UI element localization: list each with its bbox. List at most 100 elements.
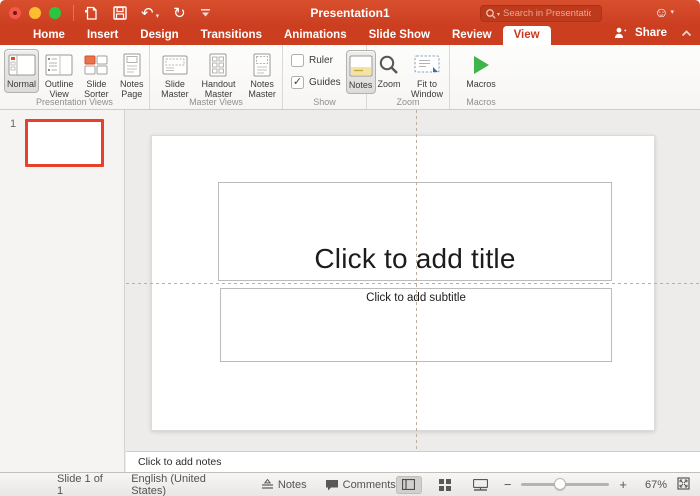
titlebar: ↶ ▾ ↻ Presentation1 ▾ ☺ ▾ [0, 0, 700, 26]
group-label-zoom: Zoom [396, 97, 420, 107]
tab-transitions[interactable]: Transitions [190, 26, 273, 45]
zoom-slider-thumb[interactable] [554, 478, 567, 490]
zoom-out-button[interactable]: − [504, 477, 512, 492]
slide-canvas: Click to add title Click to add subtitle [126, 110, 700, 451]
search-scope-caret-icon[interactable]: ▾ [497, 11, 500, 18]
share-button[interactable]: Share [635, 27, 667, 39]
vertical-guide[interactable] [416, 110, 417, 451]
slide-sorter-status-icon [438, 478, 451, 491]
tab-design[interactable]: Design [129, 26, 189, 45]
group-master-views: Slide Master Handout Master Notes Master… [150, 45, 283, 109]
titlebar-divider [73, 5, 74, 21]
tab-slide-show[interactable]: Slide Show [358, 26, 441, 45]
notes-master-button[interactable]: Notes Master [243, 49, 281, 102]
quick-access-toolbar: ↶ ▾ ↻ [84, 6, 211, 21]
zoom-percentage[interactable]: 67% [637, 479, 667, 491]
ribbon-tabs: Home Insert Design Transitions Animation… [0, 26, 700, 45]
save-icon[interactable] [113, 6, 127, 20]
slide-counter: Slide 1 of 1 [57, 472, 103, 496]
fit-slide-icon [677, 476, 690, 490]
search-input[interactable] [503, 8, 592, 19]
redo-icon[interactable]: ↻ [173, 6, 186, 21]
slide-master-button[interactable]: Slide Master [156, 49, 194, 102]
tab-view[interactable]: View [502, 26, 551, 45]
title-placeholder-text: Click to add title [314, 243, 516, 274]
collapse-ribbon-icon[interactable] [681, 29, 692, 37]
tab-animations[interactable]: Animations [273, 26, 358, 45]
normal-view-status-icon [402, 479, 416, 490]
slide-thumbnail[interactable] [25, 119, 104, 167]
powerpoint-window: ↶ ▾ ↻ Presentation1 ▾ ☺ ▾ Home Insert De… [0, 0, 700, 496]
outline-view-icon [45, 52, 73, 78]
handout-master-icon [209, 52, 227, 78]
guides-checkbox-row[interactable]: ✓ Guides [291, 76, 341, 89]
customize-toolbar-icon[interactable] [200, 8, 211, 18]
notes-page-button[interactable]: Notes Page [116, 49, 148, 102]
close-button[interactable] [9, 7, 21, 19]
notes-status-icon [261, 479, 273, 489]
fit-to-window-icon [414, 52, 440, 78]
macros-play-icon [471, 52, 491, 78]
zoom-window-button[interactable] [49, 7, 61, 19]
normal-view-icon [8, 52, 36, 78]
group-label-macros: Macros [466, 97, 496, 107]
share-area: Share [614, 27, 692, 39]
ruler-checkbox[interactable] [291, 54, 304, 67]
slide-show-status-icon [473, 478, 489, 491]
new-presentation-icon[interactable] [84, 6, 99, 21]
search-box[interactable]: ▾ [480, 5, 602, 22]
horizontal-guide[interactable] [126, 283, 700, 284]
tab-review[interactable]: Review [441, 26, 503, 45]
macros-button[interactable]: Macros [459, 49, 503, 93]
smiley-icon: ☺ [654, 4, 669, 20]
search-icon [486, 8, 496, 19]
slide-master-icon [162, 52, 188, 78]
zoom-magnifier-icon [378, 52, 400, 78]
group-label-presentation-views: Presentation Views [36, 97, 113, 107]
normal-view-button[interactable]: Normal [4, 49, 40, 93]
slide-show-status-button[interactable] [468, 476, 494, 494]
share-person-icon [615, 27, 627, 38]
undo-icon[interactable]: ↶ [141, 6, 154, 21]
fit-to-window-button[interactable]: Fit to Window [408, 49, 446, 102]
comments-status-toggle[interactable]: Comments [325, 479, 396, 491]
notes-placeholder-text: Click to add notes [138, 456, 222, 468]
feedback-control[interactable]: ☺ ▾ [654, 5, 674, 19]
group-label-master-views: Master Views [189, 97, 243, 107]
window-controls [9, 7, 61, 19]
language-selector[interactable]: English (United States) [131, 473, 236, 496]
group-label-show: Show [313, 97, 336, 107]
tab-home[interactable]: Home [22, 26, 76, 45]
feedback-caret-icon: ▾ [670, 9, 674, 16]
title-placeholder[interactable]: Click to add title [218, 182, 612, 281]
group-macros: Macros Macros [450, 45, 512, 109]
ruler-label: Ruler [309, 55, 333, 66]
handout-master-button[interactable]: Handout Master [196, 49, 242, 102]
notes-pane[interactable]: Click to add notes [126, 451, 700, 472]
slide-number-label: 1 [10, 118, 17, 130]
ribbon: Normal Outline View Slide Sorter Notes P… [0, 45, 700, 110]
zoom-slider[interactable] [521, 478, 610, 490]
status-bar: Slide 1 of 1 English (United States) Not… [0, 472, 700, 496]
slide-sorter-icon [83, 52, 109, 78]
notes-master-icon [253, 52, 271, 78]
group-zoom: Zoom Fit to Window Zoom [367, 45, 450, 109]
fit-slide-to-window-button[interactable] [677, 476, 690, 493]
comments-icon [325, 479, 338, 490]
slide-sorter-status-button[interactable] [432, 476, 458, 494]
notes-status-toggle[interactable]: Notes [261, 479, 307, 491]
zoom-in-button[interactable]: + [619, 477, 627, 492]
undo-dropdown-caret-icon[interactable]: ▾ [156, 13, 160, 20]
outline-view-button[interactable]: Outline View [41, 49, 77, 102]
guides-checkbox[interactable]: ✓ [291, 76, 304, 89]
tab-insert[interactable]: Insert [76, 26, 129, 45]
slide-sorter-button[interactable]: Slide Sorter [79, 49, 113, 102]
guides-label: Guides [309, 77, 341, 88]
minimize-button[interactable] [29, 7, 41, 19]
normal-view-status-button[interactable] [395, 475, 422, 494]
group-presentation-views: Normal Outline View Slide Sorter Notes P… [0, 45, 150, 109]
notes-page-icon [123, 52, 141, 78]
zoom-button[interactable]: Zoom [372, 49, 406, 93]
group-show: Ruler ✓ Guides Notes Show [283, 45, 376, 109]
ruler-checkbox-row[interactable]: Ruler [291, 54, 341, 67]
